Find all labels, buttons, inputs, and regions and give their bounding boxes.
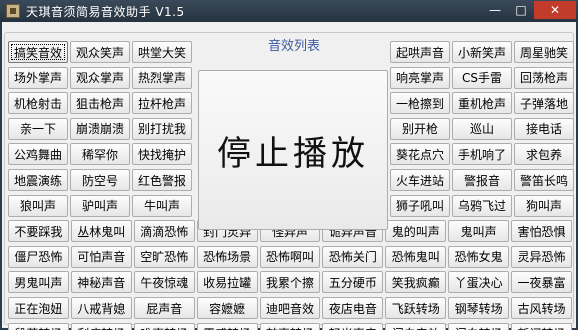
sound-button[interactable]: 警笛长鸣 bbox=[514, 169, 574, 191]
sound-button[interactable]: 防空号 bbox=[70, 169, 130, 191]
sound-button[interactable]: 夜店电音 bbox=[322, 297, 384, 319]
sound-button[interactable]: 亲一下 bbox=[8, 117, 68, 140]
sound-button[interactable]: 八戒背媳 bbox=[70, 297, 132, 319]
sound-button[interactable]: 唯声转场 bbox=[133, 322, 195, 330]
sound-button[interactable]: 起哄声音 bbox=[390, 41, 450, 63]
sound-button[interactable]: 丫蛋决心 bbox=[448, 271, 510, 294]
sound-button[interactable]: 周星驰笑 bbox=[514, 41, 574, 63]
sound-button[interactable]: 恐怖关门 bbox=[322, 245, 384, 268]
sound-button[interactable]: 别打扰我 bbox=[132, 117, 192, 140]
sound-button[interactable]: 恐怖鬼叫 bbox=[385, 245, 447, 268]
sound-button[interactable]: 笑我疯癫 bbox=[385, 271, 447, 294]
sound-button[interactable]: 可怕声音 bbox=[70, 245, 132, 268]
sound-button[interactable]: 狮子吼叫 bbox=[390, 194, 450, 217]
sound-button[interactable]: 红色警报 bbox=[132, 169, 192, 191]
sound-button[interactable]: 正在泡妞 bbox=[8, 297, 69, 319]
sound-button[interactable]: 闪白音效 bbox=[385, 322, 447, 330]
sound-button[interactable]: 拉杆枪声 bbox=[132, 92, 192, 115]
sound-button[interactable]: 灵异恐怖 bbox=[511, 245, 572, 268]
sound-button[interactable]: 搞笑音效 bbox=[8, 41, 68, 63]
sound-button[interactable]: 火车进站 bbox=[390, 169, 450, 191]
sound-button[interactable]: 公鸡舞曲 bbox=[8, 143, 68, 166]
sound-button[interactable]: 哄堂大笑 bbox=[132, 41, 192, 63]
sound-button[interactable]: 五分硬币 bbox=[322, 271, 384, 294]
sound-button[interactable]: 神秘声音 bbox=[70, 271, 132, 294]
sound-button[interactable]: 场外掌声 bbox=[8, 66, 68, 89]
sound-button[interactable]: 不要踩我 bbox=[8, 220, 69, 243]
sound-button[interactable]: 牛叫声 bbox=[132, 194, 192, 217]
sound-button[interactable]: 迪吧音效 bbox=[259, 297, 321, 319]
sound-button[interactable]: 热烈掌声 bbox=[132, 66, 192, 89]
sound-button[interactable]: 地震演练 bbox=[8, 169, 68, 191]
sound-button[interactable]: 一枪擦到 bbox=[390, 92, 450, 115]
sound-button[interactable]: 快找掩护 bbox=[132, 143, 192, 166]
sound-button[interactable]: 重机枪声 bbox=[452, 92, 512, 115]
stop-playback-button[interactable]: 停止播放 bbox=[198, 70, 388, 230]
sound-button[interactable]: 恐怖啊叫 bbox=[259, 245, 321, 268]
sound-button[interactable]: 葵花点穴 bbox=[390, 143, 450, 166]
sound-button[interactable]: 僵尸恐怖 bbox=[8, 245, 69, 268]
sound-button[interactable]: 恐怖场景 bbox=[196, 245, 258, 268]
sound-button[interactable]: 新闻转场 bbox=[511, 322, 572, 330]
sound-button[interactable]: 狙击枪声 bbox=[70, 92, 130, 115]
sound-button[interactable]: 轻光声音 bbox=[322, 322, 384, 330]
client-area: 音效列表 搞笑音效 观众笑声 哄堂大笑场外掌声 观众掌声 热烈掌声机枪射击 狙击枪声 拉杆枪… bbox=[2, 22, 576, 330]
sound-button[interactable]: 空旷恐怖 bbox=[133, 245, 195, 268]
close-button[interactable]: ✕ bbox=[534, 1, 576, 19]
minimize-button[interactable]: — bbox=[482, 1, 508, 19]
sound-button[interactable]: 机枪射击 bbox=[8, 92, 68, 115]
sound-button[interactable]: 驴叫声 bbox=[70, 194, 130, 217]
sound-button[interactable]: 回荡枪声 bbox=[514, 66, 574, 89]
sound-button[interactable]: 观众掌声 bbox=[70, 66, 130, 89]
sound-button[interactable]: 子弹落地 bbox=[514, 92, 574, 115]
sound-button[interactable]: CS手雷 bbox=[452, 66, 512, 89]
sound-button[interactable]: 害怕恐惧 bbox=[511, 220, 572, 243]
sound-button[interactable]: 接电话 bbox=[514, 117, 574, 140]
sound-button[interactable]: 警报音 bbox=[452, 169, 512, 191]
sound-button[interactable]: 一夜暴富 bbox=[511, 271, 572, 294]
sound-button[interactable]: 乌鸦飞过 bbox=[452, 194, 512, 217]
sound-button[interactable]: 闪白转场 bbox=[448, 322, 510, 330]
sound-button[interactable]: 稀罕你 bbox=[70, 143, 130, 166]
sound-button[interactable]: 恐怖女鬼 bbox=[448, 245, 510, 268]
sound-button[interactable]: 钢琴转场 bbox=[448, 297, 510, 319]
sound-button[interactable]: 飞跃转场 bbox=[385, 297, 447, 319]
sound-button[interactable]: 鼓声转场 bbox=[259, 322, 321, 330]
sound-button[interactable]: 容嬷嬷 bbox=[196, 297, 258, 319]
sound-button[interactable]: 观众笑声 bbox=[70, 41, 130, 63]
group-title: 音效列表 bbox=[263, 35, 326, 54]
sound-button[interactable]: 响亮掌声 bbox=[390, 66, 450, 89]
sound-button[interactable]: 震感转场 bbox=[196, 322, 258, 330]
sound-button[interactable]: 狗叫声 bbox=[514, 194, 574, 217]
maximize-button[interactable]: □ bbox=[508, 1, 534, 19]
sound-button[interactable]: 收易拉罐 bbox=[196, 271, 258, 294]
sound-button[interactable]: 狼叫声 bbox=[8, 194, 68, 217]
sound-button[interactable]: 男鬼叫声 bbox=[8, 271, 69, 294]
sound-button[interactable]: 手机响了 bbox=[452, 143, 512, 166]
sound-button[interactable]: 屁声音 bbox=[133, 297, 195, 319]
sound-button[interactable]: 丛林鬼叫 bbox=[70, 220, 132, 243]
sound-button[interactable]: 古风转场 bbox=[511, 297, 572, 319]
sound-button[interactable]: 滴滴恐怖 bbox=[133, 220, 195, 243]
window-title: 天琪音须简易音效助手 V1.5 bbox=[26, 4, 185, 19]
sound-button[interactable]: 小新笑声 bbox=[452, 41, 512, 63]
sound-button[interactable]: 午夜惊魂 bbox=[133, 271, 195, 294]
window-controls: — □ ✕ bbox=[482, 0, 578, 22]
sound-button[interactable]: 崩溃崩溃 bbox=[70, 117, 130, 140]
sound-button[interactable]: 求包养 bbox=[514, 143, 574, 166]
sound-button[interactable]: 我累个擦 bbox=[259, 271, 321, 294]
sound-button[interactable]: 刮痧转场 bbox=[70, 322, 132, 330]
title-bar: 天琪音须简易音效助手 V1.5 — □ ✕ bbox=[0, 0, 578, 22]
sound-button[interactable]: 鬼叫声 bbox=[448, 220, 510, 243]
sound-button[interactable]: 别开枪 bbox=[390, 117, 450, 140]
sound-button[interactable]: 鬼的叫声 bbox=[385, 220, 447, 243]
sound-button[interactable]: 段落转场 bbox=[8, 322, 69, 330]
app-icon bbox=[6, 4, 20, 18]
sound-button[interactable]: 巡山 bbox=[452, 117, 512, 140]
